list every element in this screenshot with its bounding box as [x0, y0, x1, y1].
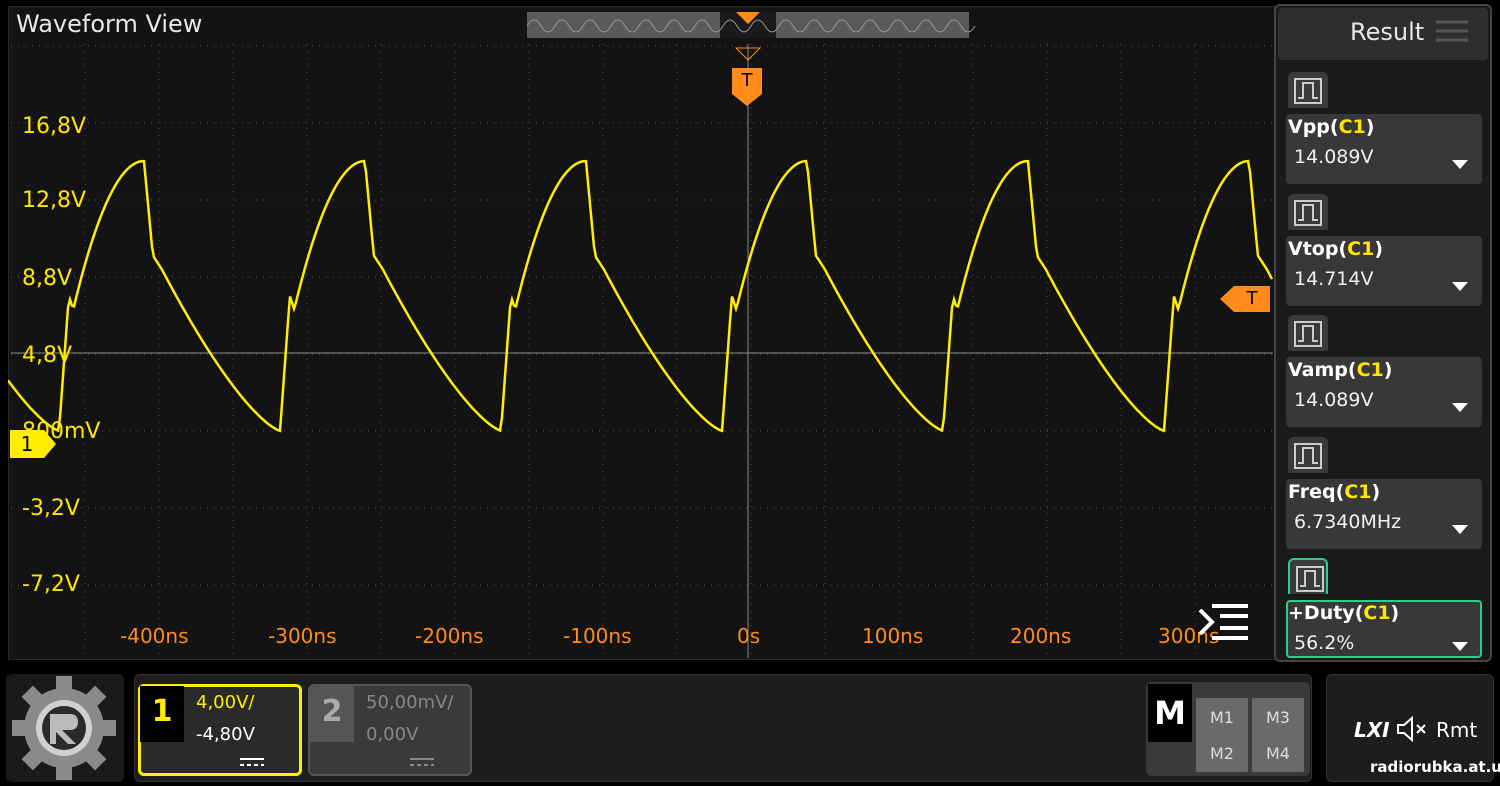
channel2-number: 2: [310, 686, 354, 742]
paren: ): [1365, 116, 1375, 138]
time-label: -200ns: [415, 624, 484, 648]
measurement-name: Freq(C1): [1288, 481, 1380, 503]
measurement-source: C1: [1344, 481, 1372, 503]
measurement-tab-3[interactable]: [1288, 437, 1328, 473]
time-label: 100ns: [862, 624, 924, 648]
chevron-down-icon[interactable]: [1452, 525, 1468, 534]
channel1-number: 1: [140, 686, 184, 742]
paren: ): [1383, 359, 1393, 381]
dc-coupling-icon: [240, 758, 264, 766]
channel1-scale: 4,00V/: [196, 692, 255, 713]
gear-logo-icon[interactable]: [12, 676, 116, 780]
channel1-offset-marker[interactable]: 1: [10, 430, 44, 458]
measurement-name: Vtop(C1): [1288, 238, 1383, 260]
time-label: -400ns: [120, 624, 189, 648]
time-label: -300ns: [268, 624, 337, 648]
measurement-value: 14.089V: [1294, 389, 1374, 411]
measurement-value: 56.2%: [1294, 632, 1355, 654]
dc-coupling-icon: [410, 758, 434, 766]
mute-icon[interactable]: [1396, 716, 1430, 742]
pulse-icon: [1294, 321, 1322, 347]
measurement-tab-4[interactable]: [1288, 558, 1328, 594]
math-button-m1[interactable]: M1: [1196, 698, 1248, 736]
chevron-down-icon[interactable]: [1452, 642, 1468, 651]
channel1-trace: [8, 159, 1274, 433]
volt-label: 4,8V: [22, 343, 73, 368]
measurement-type: +Duty: [1288, 602, 1355, 624]
measurement-type: Vpp: [1288, 116, 1330, 138]
measurement-value: 14.089V: [1294, 146, 1374, 168]
trigger-marker-arrow: [732, 94, 762, 106]
measurement-name: +Duty(C1): [1288, 602, 1399, 624]
measurement-type: Freq: [1288, 481, 1336, 503]
time-label: 200ns: [1010, 624, 1072, 648]
chevron-down-icon[interactable]: [1452, 282, 1468, 291]
measurement-value: 6.7340MHz: [1294, 511, 1402, 533]
trigger-position-marker[interactable]: T: [732, 68, 762, 94]
measurement-type: Vamp: [1288, 359, 1348, 381]
waveform-title: Waveform View: [16, 10, 203, 38]
menu-icon[interactable]: [1196, 602, 1252, 642]
measurement-source: C1: [1356, 359, 1384, 381]
math-button-m2[interactable]: M2: [1196, 734, 1248, 772]
measurement-source: C1: [1347, 238, 1375, 260]
time-label: -100ns: [563, 624, 632, 648]
measurement-value: 14.714V: [1294, 268, 1374, 290]
pulse-icon: [1294, 78, 1322, 104]
result-title: Result: [1350, 18, 1425, 46]
trigger-level-arrow: [1220, 286, 1234, 312]
measurement-source: C1: [1338, 116, 1366, 138]
measurement-source: C1: [1363, 602, 1391, 624]
volt-label: -7,2V: [22, 572, 80, 597]
math-button-m4[interactable]: M4: [1252, 734, 1304, 772]
paren: ): [1390, 602, 1400, 624]
lxi-label: LXI: [1354, 718, 1390, 742]
paren: (: [1335, 481, 1345, 503]
waveform-graticule: [8, 12, 1274, 658]
result-menu-icon[interactable]: [1434, 18, 1470, 44]
paren: ): [1374, 238, 1383, 260]
measurement-type: Vtop: [1288, 238, 1339, 260]
chevron-down-icon[interactable]: [1452, 403, 1468, 412]
volt-label: 12,8V: [22, 188, 87, 213]
measurement-tab-1[interactable]: [1288, 194, 1328, 230]
pulse-icon: [1296, 566, 1324, 592]
channel2-offset: 0,00V: [366, 724, 419, 745]
math-button-m3[interactable]: M3: [1252, 698, 1304, 736]
paren: (: [1347, 359, 1357, 381]
paren: (: [1329, 116, 1339, 138]
paren: (: [1338, 238, 1348, 260]
measurement-name: Vpp(C1): [1288, 116, 1374, 138]
paren: ): [1371, 481, 1381, 503]
channel2-scale: 50,00mV/: [366, 692, 454, 713]
pulse-icon: [1294, 443, 1322, 469]
pulse-icon: [1294, 200, 1322, 226]
remote-status: Rmt: [1436, 718, 1478, 742]
measurement-name: Vamp(C1): [1288, 359, 1392, 381]
measurement-tab-0[interactable]: [1288, 72, 1328, 108]
volt-label: 16,8V: [22, 114, 87, 139]
watermark: radiorubka.at.ua: [1370, 758, 1500, 776]
trigger-level-marker[interactable]: T: [1234, 286, 1270, 312]
volt-label: 8,8V: [22, 266, 73, 291]
time-label: 0s: [737, 624, 761, 648]
math-label: M: [1148, 684, 1192, 742]
channel1-offset: -4,80V: [196, 724, 255, 745]
volt-label: -3,2V: [22, 496, 80, 521]
measurement-tab-2[interactable]: [1288, 315, 1328, 351]
channel1-marker-arrow: [44, 430, 56, 458]
chevron-down-icon[interactable]: [1452, 160, 1468, 169]
